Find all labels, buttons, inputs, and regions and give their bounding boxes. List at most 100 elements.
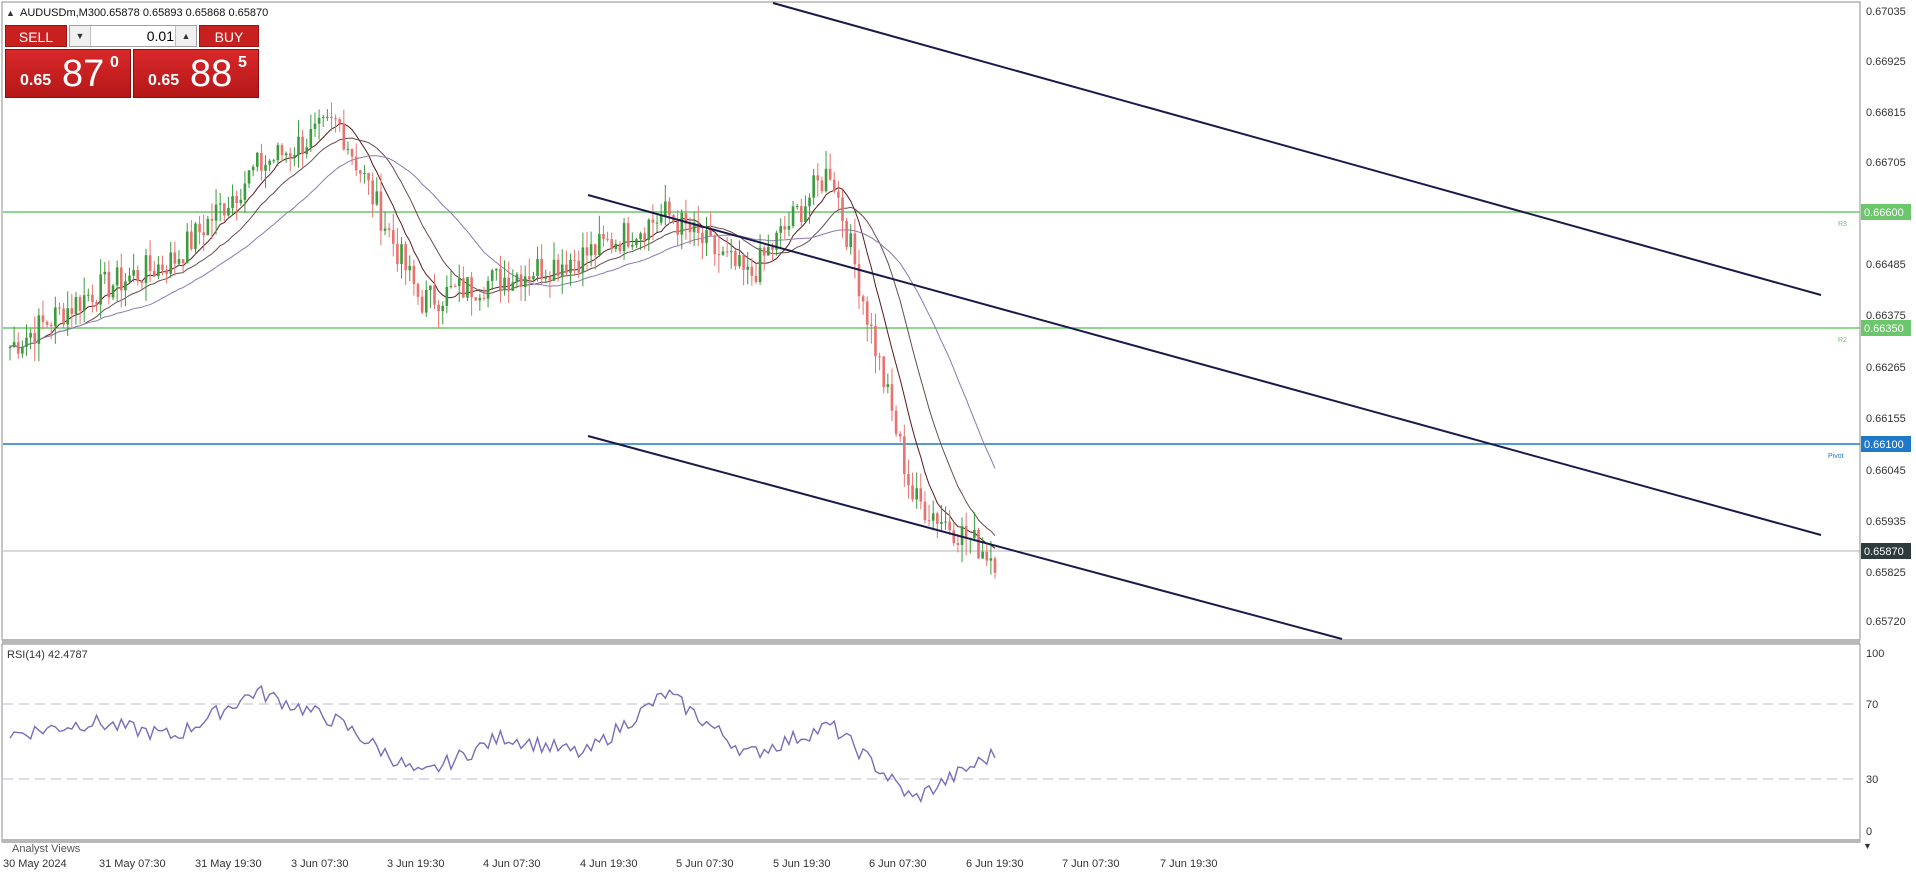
channel-lower-line[interactable] (587, 435, 1343, 640)
candle-body (754, 275, 758, 283)
candle-body (738, 255, 741, 267)
bid-pips: 87 (62, 53, 105, 95)
price-tick: 0.66155 (1866, 413, 1906, 425)
current-price-tag: 0.65870 (1861, 543, 1911, 559)
candle-body (676, 221, 679, 235)
candle-body (717, 254, 721, 256)
time-axis[interactable]: 30 May 2024 31 May 07:30 31 May 19:30 3 … (3, 858, 1218, 870)
candle-body (631, 245, 634, 247)
candle-body (849, 233, 853, 247)
ask-pips: 88 (190, 53, 233, 95)
candle-body (573, 259, 576, 261)
candle-body (457, 278, 461, 287)
candle-body (136, 270, 140, 282)
candle-body (37, 315, 41, 344)
candle-body (408, 265, 412, 271)
candle-body (354, 156, 358, 171)
price-tick: 0.65825 (1866, 567, 1906, 579)
candle-body (78, 297, 82, 311)
candle-body (861, 296, 865, 302)
bid-price-button[interactable]: 0.65 87 0 (5, 49, 131, 98)
ask-prefix: 0.65 (148, 72, 180, 89)
candle-body (709, 230, 712, 236)
pane-separator[interactable] (2, 639, 1860, 644)
candle-body (429, 285, 432, 290)
candle-body (915, 488, 918, 500)
time-tick: 4 Jun 19:30 (580, 858, 638, 870)
candle-body (696, 222, 700, 233)
candle-body (297, 136, 300, 156)
rsi-tick: 0 (1866, 826, 1872, 838)
collapse-icon[interactable]: ▲ (6, 8, 15, 18)
candle-body (235, 196, 238, 204)
pivot-tag: 0.66100 (1861, 436, 1911, 452)
candle-body (865, 301, 869, 325)
scroll-down-icon[interactable]: ▼ (1863, 841, 1872, 851)
candle-body (95, 302, 98, 305)
candle-body (313, 123, 317, 129)
candle-body (161, 264, 164, 270)
candle-body (243, 183, 247, 200)
candle-body (119, 267, 123, 291)
buy-button[interactable]: BUY (199, 25, 259, 47)
candle-body (981, 551, 984, 559)
candle-body (49, 324, 53, 327)
chart-window[interactable]: R3 R2 Pivot 0.67035 0.66925 0.66815 0.66… (0, 0, 1916, 874)
lot-up-icon[interactable]: ▲ (175, 26, 196, 46)
candle-body (639, 233, 642, 240)
time-tick: 3 Jun 07:30 (291, 858, 349, 870)
candle-body (705, 230, 708, 244)
candle-body (391, 230, 395, 244)
candle-body (400, 244, 403, 265)
candle-body (255, 152, 259, 167)
candle-body (490, 270, 494, 281)
candle-body (433, 285, 436, 305)
channel-middle-line[interactable] (587, 194, 1822, 536)
candle-body (424, 289, 428, 313)
candle-body (808, 197, 811, 207)
candle-body (511, 282, 515, 291)
ask-price-button[interactable]: 0.65 88 5 (133, 49, 259, 98)
lot-size-input[interactable] (92, 26, 176, 46)
candle-body (663, 201, 667, 216)
candle-body (202, 232, 206, 236)
price-tick: 0.66815 (1866, 107, 1906, 119)
candle-body (190, 231, 193, 249)
candle-body (610, 239, 614, 249)
candle-body (128, 275, 131, 282)
bottom-separator[interactable] (2, 839, 1860, 843)
candle-body (8, 347, 12, 349)
candle-body (87, 294, 90, 296)
candle-body (795, 206, 799, 208)
candle-body (462, 278, 465, 298)
candle-body (152, 270, 156, 277)
candle-body (474, 297, 478, 301)
sell-button[interactable]: SELL (5, 25, 67, 47)
candle-body (74, 297, 78, 314)
candle-body (29, 332, 32, 338)
candle-body (499, 268, 502, 291)
price-tick: 0.67035 (1866, 6, 1906, 18)
analyst-views-tab[interactable]: Analyst Views (12, 843, 81, 855)
price-chart[interactable]: R3 R2 Pivot 0.67035 0.66925 0.66815 0.66… (0, 0, 1916, 874)
candle-body (783, 226, 787, 230)
channel-upper-line[interactable] (772, 2, 1822, 296)
candle-body (301, 136, 304, 154)
candle-body (247, 170, 251, 184)
candle-body (239, 199, 243, 204)
candle-body (581, 247, 585, 273)
candle-body (655, 222, 659, 224)
candle-body (758, 247, 762, 283)
candle-body (787, 226, 791, 230)
candle-body (898, 433, 902, 437)
candle-body (816, 175, 820, 181)
candle-body (82, 295, 86, 311)
price-tick: 0.66045 (1866, 465, 1906, 477)
lot-down-icon[interactable]: ▼ (70, 26, 91, 46)
candle-body (870, 324, 873, 326)
lot-size-stepper[interactable]: ▼ ▲ (69, 25, 197, 47)
candle-body (799, 206, 803, 223)
candle-body (111, 285, 115, 298)
candle-body (651, 219, 655, 223)
price-axis[interactable]: 0.67035 0.66925 0.66815 0.66705 0.66485 … (1866, 6, 1906, 628)
